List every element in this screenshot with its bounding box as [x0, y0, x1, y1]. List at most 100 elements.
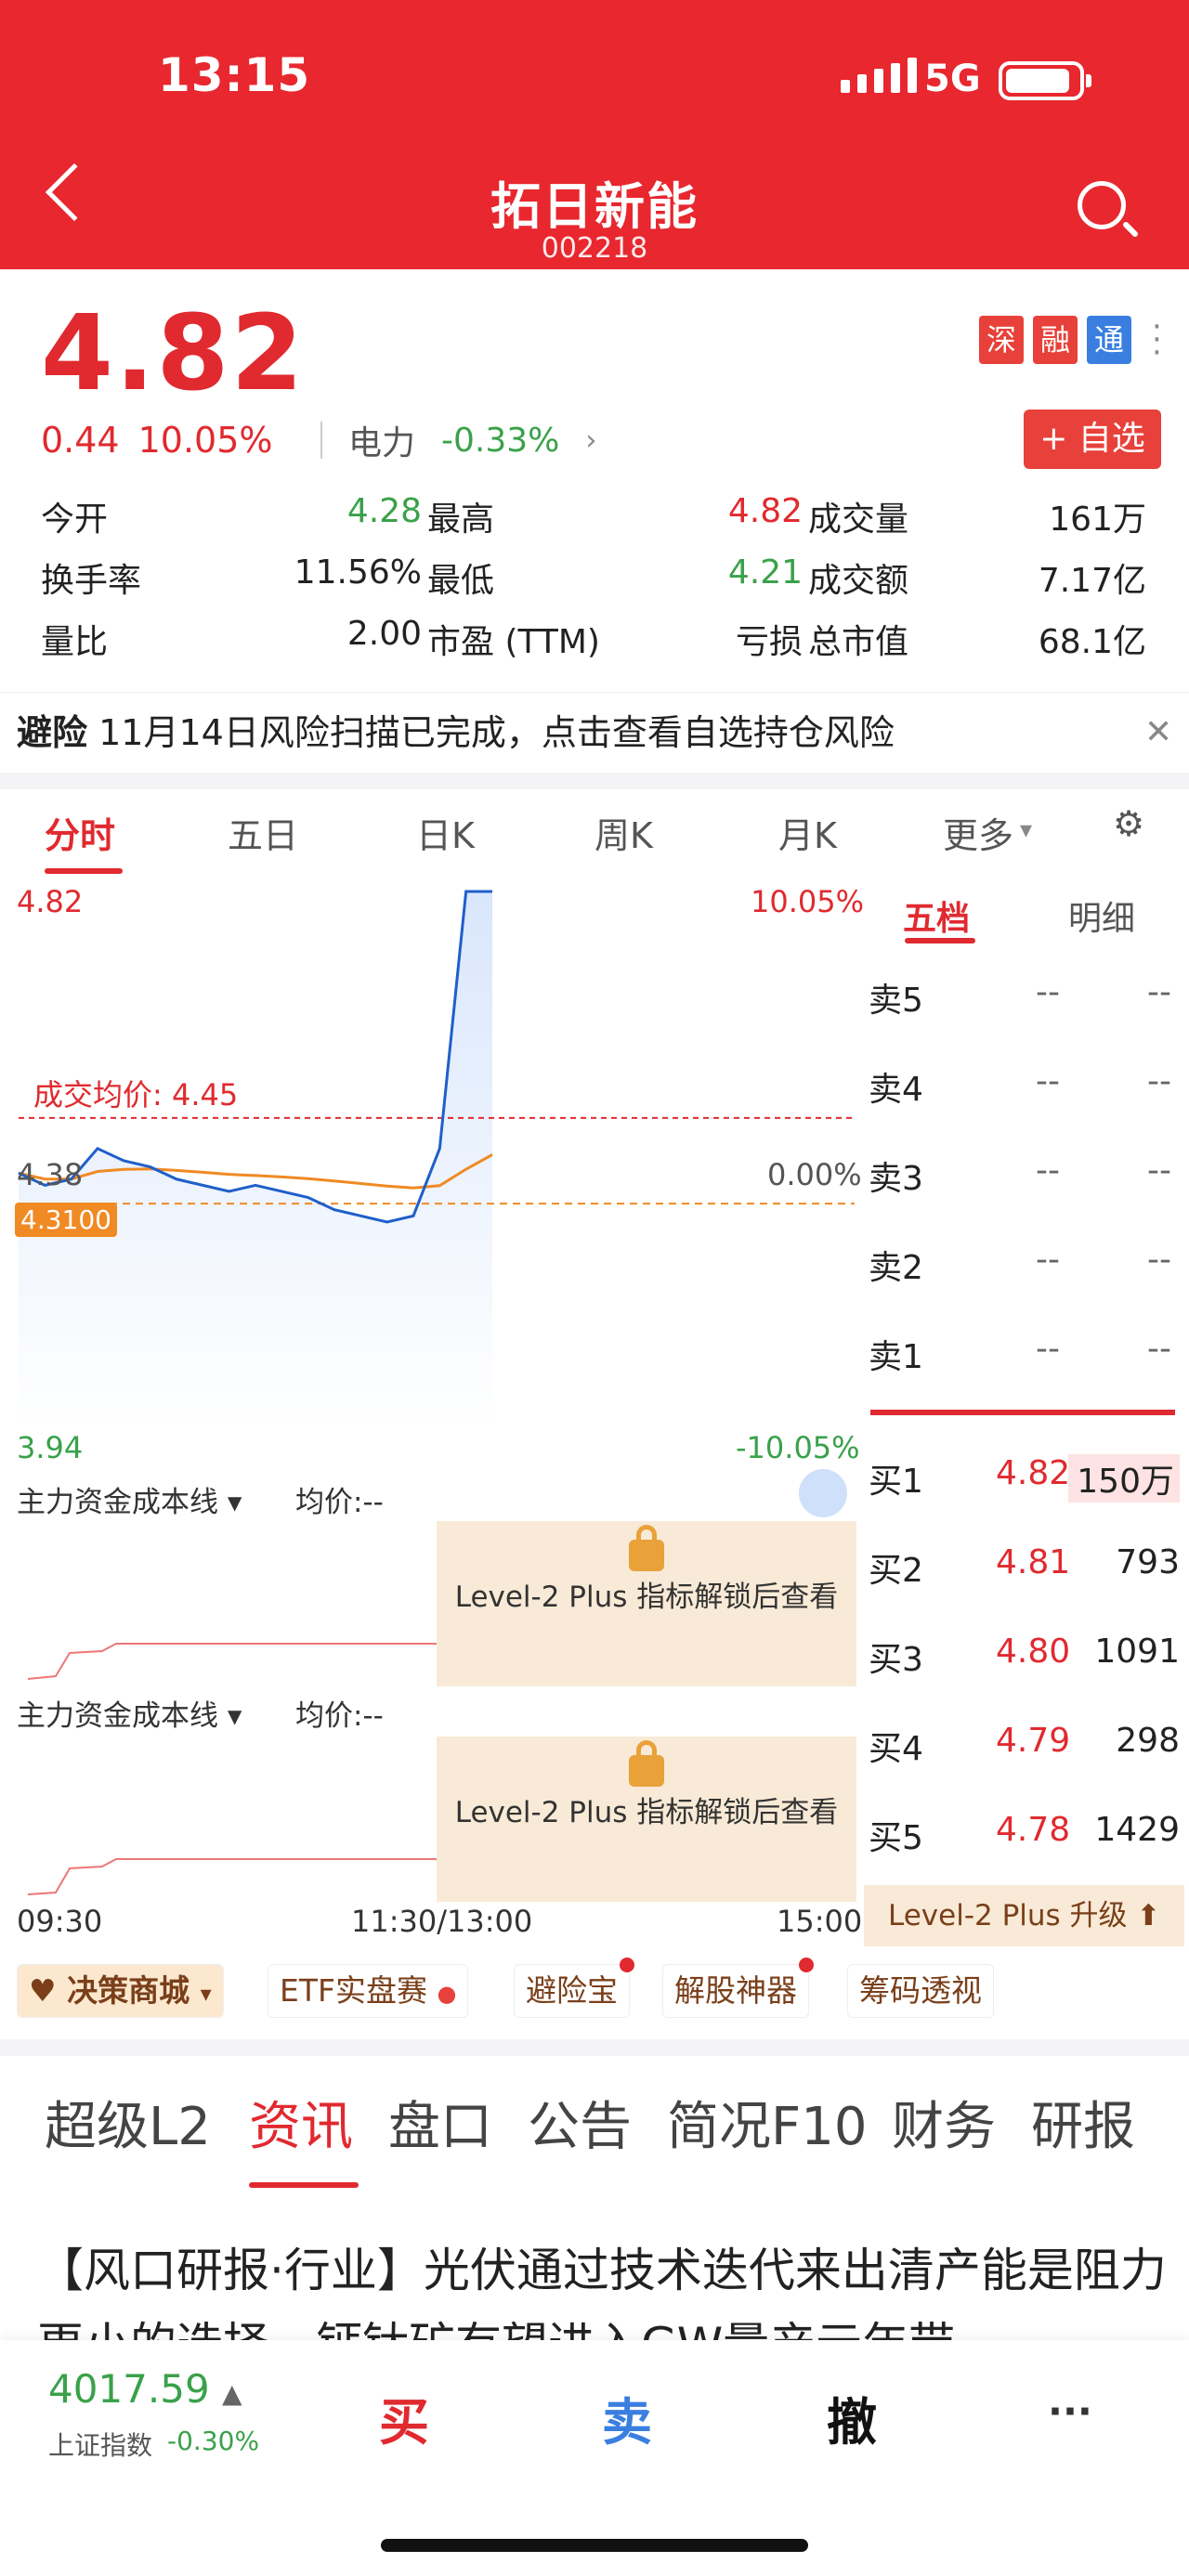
level-label: 买1 — [869, 1463, 923, 1501]
avg-label: 成交均价: — [33, 1077, 163, 1112]
buy-row: 买2 4.81 793 — [869, 1543, 1184, 1595]
tab-research[interactable]: 研报 — [1031, 2085, 1135, 2160]
book-divider — [870, 1410, 1175, 1415]
stat-label: 市盈 (TTM) — [427, 623, 600, 661]
badge-rong[interactable]: 融 — [1033, 316, 1078, 364]
indicator-avg: 均价:-- — [295, 1486, 384, 1519]
stat-value: 亏损 — [735, 623, 803, 661]
tab-intraday[interactable]: 分时 — [45, 807, 115, 858]
x-label-mid: 11:30/13:00 — [351, 1904, 533, 1939]
risk-notice[interactable]: 避险 11月14日风险扫描已完成，点击查看自选持仓风险 ✕ — [0, 692, 1189, 766]
tab-five-day[interactable]: 五日 — [228, 807, 298, 858]
tab-five-levels[interactable]: 五档 — [903, 891, 970, 940]
section-divider — [0, 2039, 1189, 2056]
close-icon[interactable]: ✕ — [1144, 713, 1172, 751]
indicator-name[interactable]: 主力资金成本线 ▾ — [17, 1692, 242, 1734]
zoom-icon[interactable] — [799, 1469, 847, 1517]
lock-icon — [629, 1525, 664, 1571]
sell-button[interactable]: 卖 — [602, 2381, 652, 2454]
tab-news[interactable]: 资讯 — [249, 2085, 353, 2160]
y-min-label: 3.94 — [17, 1430, 84, 1465]
price-area — [19, 891, 492, 1430]
sell-row: 卖3 -- -- — [869, 1151, 1184, 1203]
flame-icon: ● — [437, 1981, 457, 2007]
level-label: 买4 — [869, 1730, 923, 1768]
indicator-avg: 均价:-- — [295, 1699, 384, 1733]
level2-upgrade-button[interactable]: Level-2 Plus 升级 ⬆ — [864, 1885, 1184, 1946]
stat-value: 11.56% — [294, 553, 422, 592]
badge-tong[interactable]: 通 — [1087, 316, 1131, 364]
level-vol: 298 — [1116, 1722, 1180, 1760]
chevron-right-icon: › — [585, 423, 597, 457]
indicator-label: 主力资金成本线 — [17, 1486, 218, 1519]
level-vol: 1429 — [1094, 1811, 1180, 1849]
add-watchlist-button[interactable]: + 自选 — [1024, 410, 1161, 469]
badge-shen[interactable]: 深 — [979, 316, 1024, 364]
red-dot — [799, 1958, 814, 1972]
avg-price-text: 成交均价: 4.45 — [33, 1072, 238, 1114]
app-header: 13:15 5G 拓日新能 002218 — [0, 0, 1189, 269]
stat-label: 最高 — [427, 501, 495, 539]
more-icon[interactable]: ··· — [1048, 2388, 1092, 2434]
tab-monthly-k[interactable]: 月K — [778, 807, 837, 858]
price-change: 0.44 10.05% — [41, 420, 273, 461]
chevron-down-icon: ▾ — [1020, 816, 1033, 844]
network-label: 5G — [924, 58, 981, 100]
tab-finance[interactable]: 财务 — [892, 2085, 996, 2160]
level-price: -- — [1036, 973, 1060, 1011]
index-value: 4017.59 ▲ — [48, 2366, 242, 2412]
tab-market-depth[interactable]: 盘口 — [388, 2085, 492, 2160]
avg-value: 4.45 — [171, 1077, 239, 1112]
stat-value: 68.1亿 — [1038, 623, 1146, 661]
more-vertical-icon[interactable]: · · · — [1152, 311, 1162, 369]
tool-label: ETF实盘赛 — [280, 1972, 427, 2009]
intraday-chart[interactable] — [0, 873, 864, 1467]
x-label-open: 09:30 — [17, 1904, 103, 1939]
battery-icon — [999, 61, 1091, 100]
tool-stock-decoder[interactable]: 解股神器 — [662, 1958, 814, 2018]
cancel-button[interactable]: 撤 — [827, 2381, 877, 2454]
index-number: 4017.59 — [48, 2366, 210, 2412]
tool-hedge[interactable]: 避险宝 — [514, 1958, 634, 2018]
prev-close-tag: 4.3100 — [15, 1203, 117, 1237]
tool-chip-distribution[interactable]: 筹码透视 — [847, 1964, 994, 2018]
chart-tabs: 分时 五日 日K 周K 月K 更多 ▾ ⚙ — [0, 803, 1189, 874]
level-price: 4.79 — [996, 1722, 1071, 1760]
tab-more[interactable]: 更多 — [943, 807, 1013, 858]
tab-daily-k[interactable]: 日K — [416, 807, 475, 858]
search-icon[interactable] — [1078, 181, 1126, 229]
indicator-lock-panel[interactable]: Level-2 Plus 指标解锁后查看 — [437, 1521, 856, 1686]
stat-label: 成交额 — [808, 562, 909, 600]
level-price: 4.78 — [996, 1811, 1071, 1849]
tool-decision-mall[interactable]: ♥ 决策商城 ▾ — [17, 1964, 224, 2018]
stat-value: 4.28 — [346, 492, 422, 530]
tab-f10[interactable]: 简况F10 — [667, 2085, 867, 2160]
lock-icon — [629, 1740, 664, 1787]
chevron-down-icon: ▾ — [227, 1486, 242, 1519]
level-label: 卖3 — [869, 1160, 923, 1198]
sector-link[interactable]: 电力 -0.33% › — [320, 416, 596, 464]
tool-label: 避险宝 — [526, 1972, 618, 2009]
upgrade-label: Level-2 Plus 升级 — [888, 1899, 1128, 1932]
stat-value: 161万 — [1049, 501, 1146, 539]
indicator-lock-panel[interactable]: Level-2 Plus 指标解锁后查看 — [437, 1737, 856, 1902]
content-tabs: 超级L2 资讯 盘口 公告 简况F10 财务 研报 — [0, 2085, 1189, 2196]
tab-announcement[interactable]: 公告 — [528, 2085, 632, 2160]
stat-value: 7.17亿 — [1038, 562, 1146, 600]
settings-icon[interactable]: ⚙ — [1113, 803, 1144, 844]
tool-label: 筹码透视 — [859, 1972, 982, 2009]
buy-button[interactable]: 买 — [379, 2381, 429, 2454]
notice-tag: 避险 — [17, 712, 88, 753]
buy-row: 买3 4.80 1091 — [869, 1633, 1184, 1685]
level-vol: -- — [1147, 1241, 1171, 1279]
buy-row: 买5 4.78 1429 — [869, 1811, 1184, 1863]
chevron-down-icon: ▾ — [200, 1981, 212, 2007]
tab-detail[interactable]: 明细 — [1068, 891, 1135, 940]
stat-value: 4.21 — [727, 553, 803, 592]
stock-name: 拓日新能 — [490, 177, 699, 236]
tab-weekly-k[interactable]: 周K — [594, 807, 653, 858]
tab-super-l2[interactable]: 超级L2 — [45, 2085, 211, 2160]
indicator-name[interactable]: 主力资金成本线 ▾ — [17, 1478, 242, 1520]
tool-etf-contest[interactable]: ETF实盘赛 ● — [268, 1964, 469, 2018]
notice-text: 11月14日风险扫描已完成，点击查看自选持仓风险 — [98, 712, 895, 753]
